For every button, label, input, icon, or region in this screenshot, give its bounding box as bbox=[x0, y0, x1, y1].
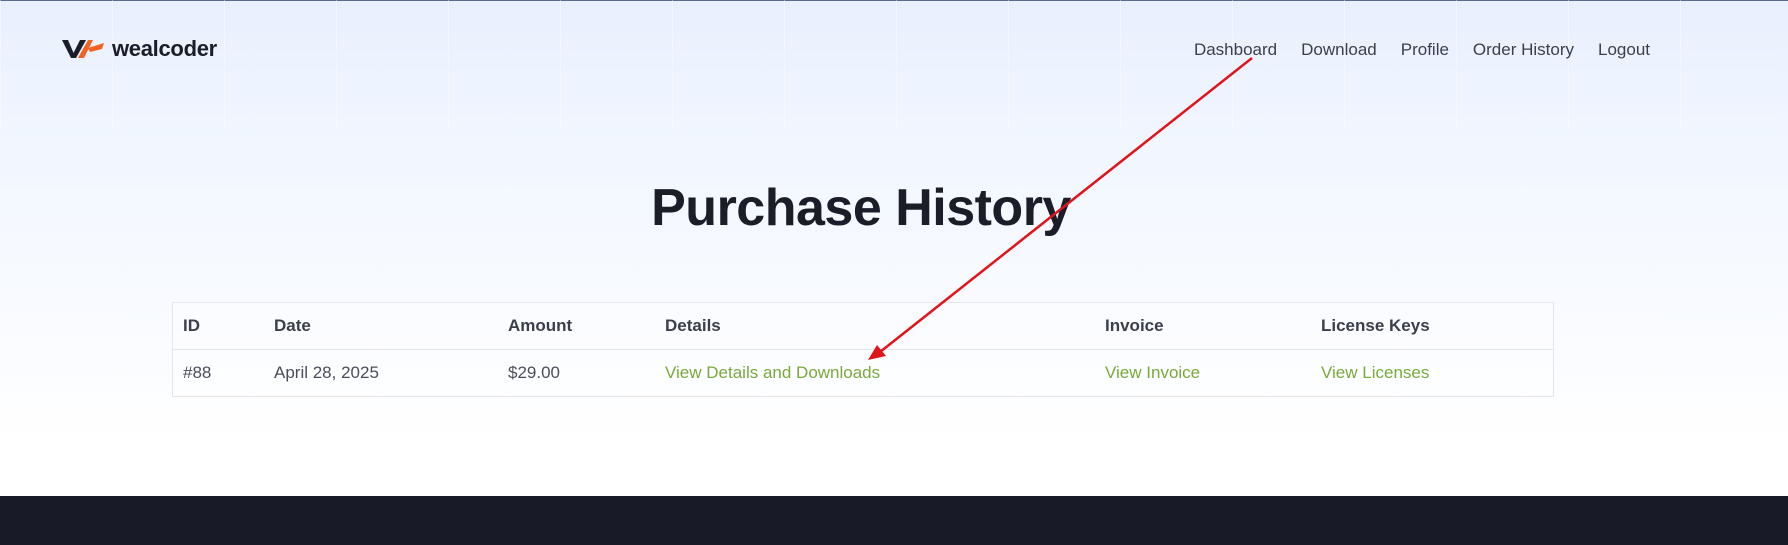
purchase-history-table: ID Date Amount Details Invoice License K… bbox=[172, 302, 1554, 397]
site-footer bbox=[0, 496, 1788, 545]
licenses-cell: View Licenses bbox=[1311, 350, 1553, 397]
nav-logout[interactable]: Logout bbox=[1598, 40, 1650, 60]
page: wealcoder Dashboard Download Profile Ord… bbox=[0, 0, 1788, 545]
nav-dashboard[interactable]: Dashboard bbox=[1194, 40, 1277, 60]
site-header: wealcoder Dashboard Download Profile Ord… bbox=[0, 0, 1788, 100]
order-date: April 28, 2025 bbox=[274, 363, 379, 382]
view-details-link[interactable]: View Details and Downloads bbox=[665, 363, 880, 382]
table-row: #88 April 28, 2025 $29.00 View Details a… bbox=[173, 350, 1553, 397]
table-header-row: ID Date Amount Details Invoice License K… bbox=[173, 303, 1553, 350]
invoice-cell: View Invoice bbox=[1095, 350, 1311, 397]
column-header-details: Details bbox=[655, 303, 1095, 350]
nav-download[interactable]: Download bbox=[1301, 40, 1377, 60]
main-nav: Dashboard Download Profile Order History… bbox=[1194, 40, 1650, 60]
column-header-amount: Amount bbox=[498, 303, 655, 350]
details-cell: View Details and Downloads bbox=[655, 350, 1095, 397]
wealcoder-logo-icon bbox=[62, 40, 104, 58]
column-header-date: Date bbox=[264, 303, 498, 350]
page-title: Purchase History bbox=[651, 179, 1071, 237]
column-header-license-keys: License Keys bbox=[1311, 303, 1553, 350]
view-licenses-link[interactable]: View Licenses bbox=[1321, 363, 1429, 382]
nav-profile[interactable]: Profile bbox=[1401, 40, 1449, 60]
column-header-invoice: Invoice bbox=[1095, 303, 1311, 350]
brand-logo[interactable]: wealcoder bbox=[62, 36, 217, 62]
order-id: #88 bbox=[183, 363, 212, 382]
nav-order-history[interactable]: Order History bbox=[1473, 40, 1574, 60]
view-invoice-link[interactable]: View Invoice bbox=[1105, 363, 1200, 382]
order-amount: $29.00 bbox=[508, 363, 560, 382]
column-header-id: ID bbox=[173, 303, 264, 350]
brand-name: wealcoder bbox=[112, 36, 217, 61]
